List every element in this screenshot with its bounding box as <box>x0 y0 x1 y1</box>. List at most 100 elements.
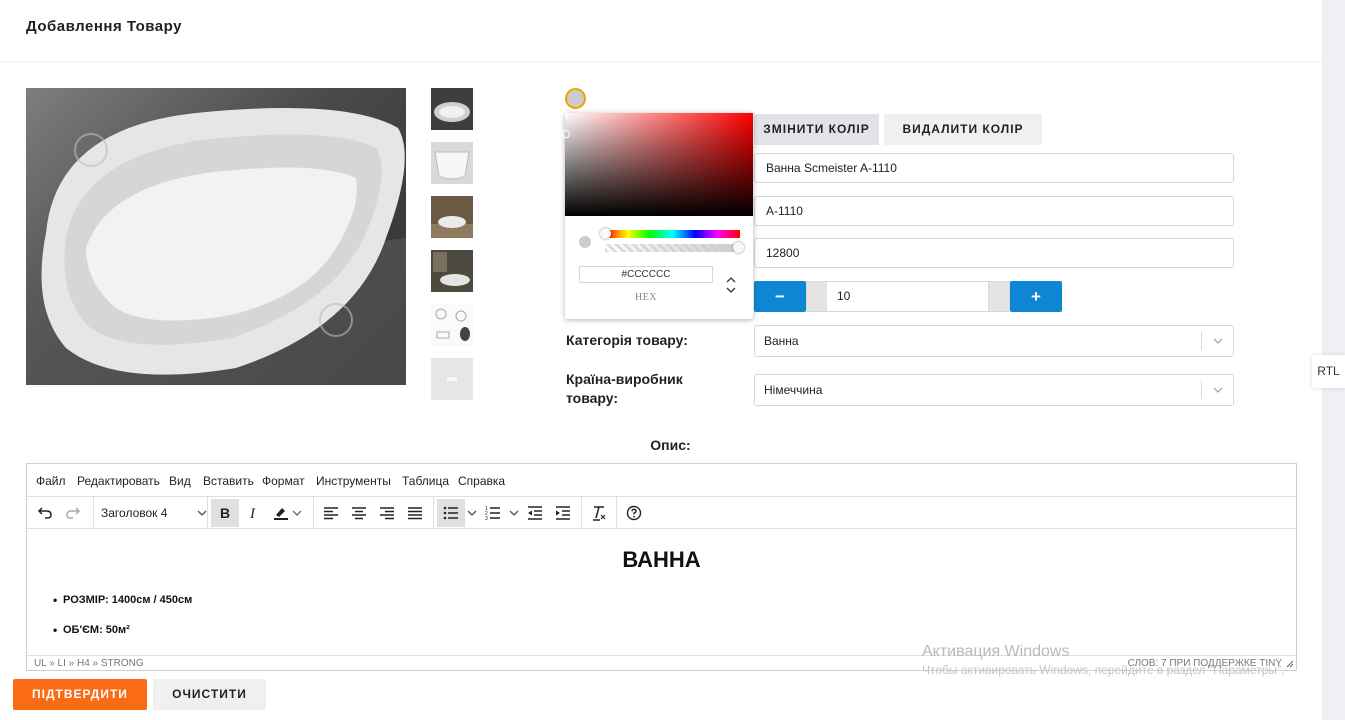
clear-formatting-button[interactable] <box>585 499 613 527</box>
menu-insert[interactable]: Вставить <box>203 474 254 488</box>
color-preview <box>579 236 591 248</box>
thumbnail-image[interactable] <box>431 142 473 184</box>
align-left-icon <box>324 507 338 520</box>
bullet-list-icon <box>443 506 458 520</box>
align-justify-button[interactable] <box>401 499 429 527</box>
page-title: Добавлення Товару <box>26 18 182 35</box>
alpha-slider[interactable] <box>605 242 744 253</box>
chevron-down-icon <box>467 510 477 516</box>
resize-handle-icon[interactable] <box>1286 660 1294 668</box>
bold-icon: B <box>220 505 230 521</box>
element-path[interactable]: UL » LI » H4 » STRONG <box>34 658 144 669</box>
toolbar-separator <box>93 497 94 529</box>
saturation-handle[interactable] <box>562 130 570 138</box>
bold-button[interactable]: B <box>211 499 239 527</box>
color-swatch[interactable] <box>565 88 586 109</box>
redo-icon <box>66 507 81 519</box>
editor-content[interactable]: ВАННА РОЗМІР: 1400см / 450см ОБ'ЄМ: 50м² <box>27 530 1296 654</box>
svg-text:3: 3 <box>485 516 488 521</box>
thumbnail-image[interactable] <box>431 196 473 238</box>
menu-tools[interactable]: Инструменты <box>316 474 391 488</box>
format-toggle-icon[interactable] <box>725 275 737 295</box>
menu-help[interactable]: Справка <box>458 474 505 488</box>
menu-view[interactable]: Вид <box>169 474 191 488</box>
country-value: Німеччина <box>764 383 823 397</box>
help-icon <box>626 505 642 521</box>
outdent-button[interactable] <box>521 499 549 527</box>
country-select[interactable]: Німеччина <box>754 374 1234 406</box>
align-center-icon <box>352 507 366 520</box>
category-value: Ванна <box>764 334 799 348</box>
thumbnail-image[interactable] <box>431 358 473 400</box>
product-form-card: Добавлення Товару ЗМІНИТИ КОЛІР ВИДАЛИТИ… <box>0 0 1322 720</box>
clear-button[interactable]: ОЧИСТИТИ <box>153 679 266 710</box>
windows-activation-text: Чтобы активировать Windows, перейдите в … <box>922 663 1285 677</box>
menu-file[interactable]: Файл <box>36 474 66 488</box>
select-separator <box>1201 332 1202 350</box>
product-name-input[interactable]: Ванна Scmeister A-1110 <box>754 153 1234 183</box>
bullet-list-button[interactable] <box>437 499 465 527</box>
thumbnail-image[interactable] <box>431 88 473 130</box>
category-label: Категорія товару: <box>566 332 688 348</box>
hex-mode-label: HEX <box>634 292 658 303</box>
align-center-button[interactable] <box>345 499 373 527</box>
quantity-decrement-button[interactable]: − <box>754 281 806 312</box>
toolbar-separator <box>433 497 434 529</box>
thumbnail-image[interactable] <box>431 250 473 292</box>
indent-button[interactable] <box>549 499 577 527</box>
italic-button[interactable]: I <box>239 499 267 527</box>
chevron-down-icon <box>1213 387 1223 393</box>
undo-icon <box>37 507 52 519</box>
submit-button[interactable]: ПІДТВЕРДИТИ <box>13 679 147 710</box>
product-price-input[interactable]: 12800 <box>754 238 1234 268</box>
chevron-down-icon <box>509 510 519 516</box>
menu-format[interactable]: Формат <box>262 474 305 488</box>
menu-edit[interactable]: Редактировать <box>77 474 160 488</box>
category-select[interactable]: Ванна <box>754 325 1234 357</box>
highlight-color-button[interactable] <box>267 499 309 527</box>
indent-icon <box>556 506 570 520</box>
quantity-input[interactable]: 10 <box>827 281 989 312</box>
description-label: Опис: <box>650 437 691 453</box>
main-product-image <box>26 88 406 385</box>
hue-slider-knob[interactable] <box>600 228 611 239</box>
chevron-down-icon <box>197 510 207 516</box>
product-sku-input[interactable]: A-1110 <box>754 196 1234 226</box>
undo-button[interactable] <box>31 499 59 527</box>
numbered-list-button[interactable]: 123 <box>479 499 507 527</box>
block-format-select[interactable]: Заголовок 4 <box>101 499 207 527</box>
outdent-icon <box>528 506 542 520</box>
content-list-item: ОБ'ЄМ: 50м² <box>53 623 130 637</box>
change-color-button[interactable]: ЗМІНИТИ КОЛІР <box>754 114 879 145</box>
alpha-slider-knob[interactable] <box>733 242 744 253</box>
content-heading: ВАННА <box>622 547 701 572</box>
country-label: Країна-виробник товару: <box>566 371 683 406</box>
align-right-button[interactable] <box>373 499 401 527</box>
align-justify-icon <box>408 507 422 520</box>
svg-text:B: B <box>220 505 230 521</box>
toolbar-separator <box>581 497 582 529</box>
stepper-spacer <box>806 281 828 312</box>
editor-menubar: Файл Редактировать Вид Вставить Формат И… <box>27 464 1296 497</box>
redo-button[interactable] <box>59 499 87 527</box>
thumbnail-image[interactable] <box>431 304 473 346</box>
hue-slider[interactable] <box>600 228 740 239</box>
toolbar-separator <box>616 497 617 529</box>
numbered-list-icon: 123 <box>485 506 500 521</box>
saturation-value-area[interactable] <box>562 113 753 216</box>
remove-color-button[interactable]: ВИДАЛИТИ КОЛІР <box>884 114 1042 145</box>
help-button[interactable] <box>620 499 648 527</box>
numbered-list-options-button[interactable] <box>507 499 521 527</box>
toolbar-separator <box>313 497 314 529</box>
align-left-button[interactable] <box>317 499 345 527</box>
select-separator <box>1201 381 1202 399</box>
highlight-pen-icon <box>274 508 302 520</box>
windows-activation-title: Активация Windows <box>922 643 1070 660</box>
bullet-list-options-button[interactable] <box>465 499 479 527</box>
thumbnail-list <box>431 88 473 412</box>
rtl-toggle-tab[interactable]: RTL <box>1312 355 1345 388</box>
menu-table[interactable]: Таблица <box>402 474 449 488</box>
toolbar-separator <box>207 497 208 529</box>
quantity-increment-button[interactable]: + <box>1010 281 1062 312</box>
hex-input[interactable]: #CCCCCC <box>579 266 713 283</box>
